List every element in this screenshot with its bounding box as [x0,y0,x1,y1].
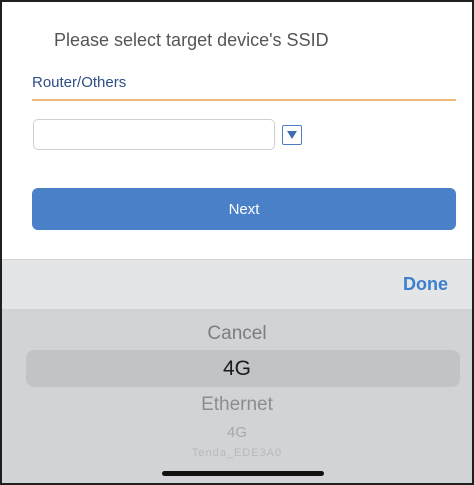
picker-option-selected[interactable]: 4G [2,357,472,381]
app-screen: Please select target device's SSID Route… [0,0,474,485]
done-button[interactable]: Done [403,274,448,295]
picker-option-4g[interactable]: 4G [2,424,472,441]
section-divider [32,99,456,101]
picker-option-tenda[interactable]: Tenda_EDE3A0 [2,447,472,459]
triangle-down-icon [287,131,297,139]
picker-option-ethernet[interactable]: Ethernet [2,394,472,416]
next-button[interactable]: Next [32,188,456,230]
ssid-dropdown-button[interactable] [282,125,302,145]
page-title: Please select target device's SSID [54,30,329,50]
picker-option-cancel[interactable]: Cancel [2,323,472,345]
home-indicator[interactable] [162,471,324,476]
ssid-input[interactable] [33,119,275,150]
ssid-picker-wheel[interactable]: Cancel 4G Ethernet 4G Tenda_EDE3A0 [2,309,472,483]
section-label-router-others: Router/Others [32,74,127,91]
picker-toolbar: Done [2,259,472,310]
